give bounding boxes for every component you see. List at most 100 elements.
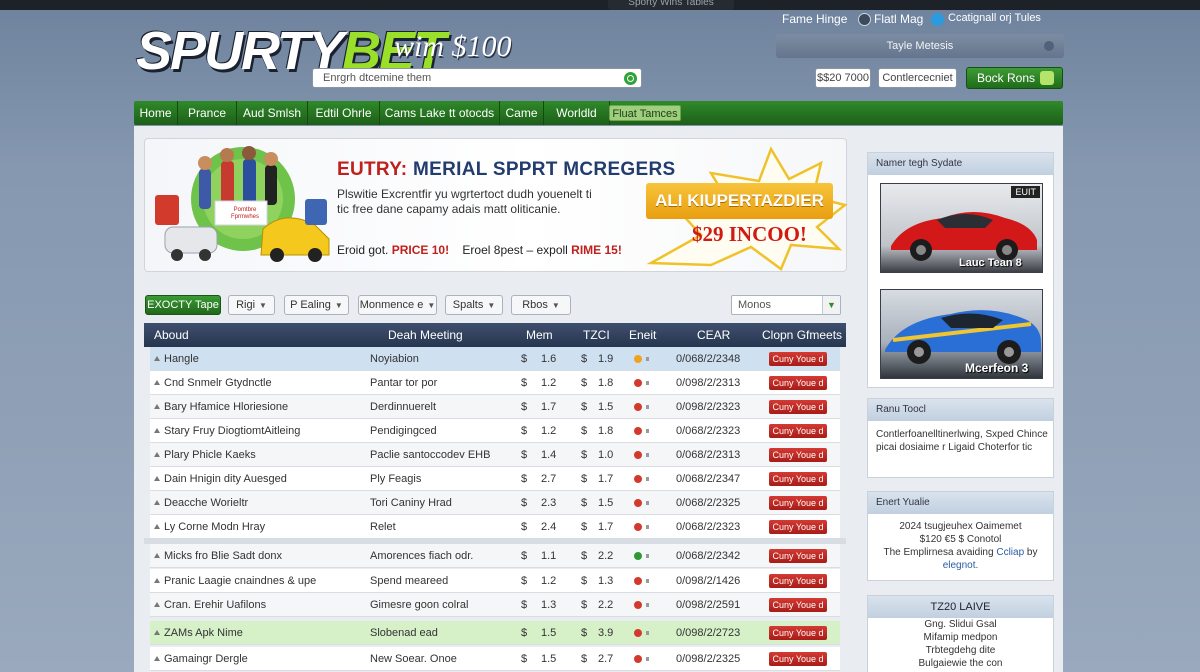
nav-item-worldld[interactable]: Worldld bbox=[544, 101, 610, 125]
promo-tag[interactable]: ALI KIUPERTAZDIER bbox=[646, 183, 833, 219]
col-header-cear[interactable]: CEAR bbox=[697, 323, 730, 347]
col-header-tzci[interactable]: TZCI bbox=[583, 323, 610, 347]
col-header-meeting[interactable]: Deah Meeting bbox=[388, 323, 463, 347]
filter-button-rigi[interactable]: Rigi ▼ bbox=[228, 295, 275, 315]
row-tzci[interactable]: 1.8 bbox=[598, 371, 613, 395]
expand-icon[interactable] bbox=[154, 380, 160, 385]
sidebar-live-item[interactable]: Bulgaiewie the con bbox=[868, 657, 1053, 670]
nav-item-prance[interactable]: Prance bbox=[178, 101, 237, 125]
header-link-mag[interactable]: Flatl Mag bbox=[874, 12, 923, 26]
bet-button[interactable]: Cuny Youe d bbox=[769, 400, 827, 414]
row-mem[interactable]: 1.1 bbox=[541, 544, 556, 568]
filter-select[interactable]: Monos ▼ bbox=[731, 295, 841, 315]
sidebar-events-link-b[interactable]: elegnot. bbox=[868, 559, 1053, 572]
sidebar-live-item[interactable]: Gng. Slidui Gsal bbox=[868, 618, 1053, 631]
filter-primary-button[interactable]: EXOCTY Tape bbox=[145, 295, 221, 315]
row-mem[interactable]: 1.2 bbox=[541, 371, 556, 395]
expand-icon[interactable] bbox=[154, 602, 160, 607]
nav-item-aud-smlsh[interactable]: Aud Smlsh bbox=[237, 101, 308, 125]
filter-button-spalts[interactable]: Spalts ▼ bbox=[445, 295, 503, 315]
sidebar-live-item[interactable]: Mifamip medpon bbox=[868, 631, 1053, 644]
expand-icon[interactable] bbox=[154, 452, 160, 457]
nav-item-came[interactable]: Came bbox=[500, 101, 544, 125]
table-row[interactable]: Plary Phicle Kaeks Paclie santoccodev EHB… bbox=[150, 443, 840, 467]
col-header-aboud[interactable]: Aboud bbox=[154, 323, 189, 347]
col-header-eneit[interactable]: Eneit bbox=[629, 323, 656, 347]
header-link-home[interactable]: Fame Hinge bbox=[782, 12, 847, 26]
filter-button-rbos[interactable]: Rbos ▼ bbox=[511, 295, 571, 315]
table-row[interactable]: Pranic Laagie cnaindnes & upe Spend meare… bbox=[150, 569, 840, 593]
table-row[interactable]: Hangle Noyiabion $1.6 $1.9 0/068/2/2348 Cuny … bbox=[150, 347, 840, 371]
row-mem[interactable]: 2.3 bbox=[541, 491, 556, 515]
bet-button[interactable]: Cuny Youe d bbox=[769, 652, 827, 666]
table-row[interactable]: Micks fro Blie Sadt donx Amorences fiach … bbox=[150, 544, 840, 568]
expand-icon[interactable] bbox=[154, 500, 160, 505]
bet-button[interactable]: Cuny Youe d bbox=[769, 549, 827, 563]
nav-item-home[interactable]: Home bbox=[134, 101, 178, 125]
nav-item-cams-lake[interactable]: Cams Lake tt otocds bbox=[380, 101, 500, 125]
featured-car-red[interactable]: EUIT Lauc Tean 8 bbox=[880, 183, 1043, 273]
nav-item-edtil[interactable]: Edtil Ohrle bbox=[308, 101, 380, 125]
bet-button[interactable]: Cuny Youe d bbox=[769, 496, 827, 510]
filter-button-monmence[interactable]: Monmence e ▼ bbox=[358, 295, 437, 315]
col-header-mem[interactable]: Mem bbox=[526, 323, 553, 347]
row-tzci[interactable]: 2.2 bbox=[598, 544, 613, 568]
login-button[interactable]: Bock Rons bbox=[966, 67, 1063, 89]
account-field[interactable]: Contlercecniet bbox=[878, 68, 957, 88]
row-mem[interactable]: 1.7 bbox=[541, 395, 556, 419]
row-tzci[interactable]: 1.5 bbox=[598, 395, 613, 419]
row-tzci[interactable]: 2.2 bbox=[598, 593, 613, 617]
bet-button[interactable]: Cuny Youe d bbox=[769, 448, 827, 462]
bet-button[interactable]: Cuny Youe d bbox=[769, 574, 827, 588]
row-mem[interactable]: 2.4 bbox=[541, 515, 556, 539]
top-strip-label[interactable]: Sporty Wins Tables bbox=[608, 0, 734, 10]
row-tzci[interactable]: 1.8 bbox=[598, 419, 613, 443]
table-row[interactable]: Dain Hnigin dity Auesged Ply Feagis $2.7 $1… bbox=[150, 467, 840, 491]
row-tzci[interactable]: 1.3 bbox=[598, 569, 613, 593]
amount-field[interactable]: $$20 7000 bbox=[815, 68, 871, 88]
table-row[interactable]: Gamaingr Dergle New Soear. Onoe $1.5 $2.7 0/… bbox=[150, 647, 840, 671]
expand-icon[interactable] bbox=[154, 630, 160, 635]
row-mem[interactable]: 1.2 bbox=[541, 569, 556, 593]
bet-button[interactable]: Cuny Youe d bbox=[769, 626, 827, 640]
table-row[interactable]: Stary Fruy DiogtiomtAitleing Pendigingced… bbox=[150, 419, 840, 443]
table-row[interactable]: Deacche Worieltr Tori Caniny Hrad $2.3 $1.5… bbox=[150, 491, 840, 515]
row-mem[interactable]: 1.6 bbox=[541, 347, 556, 371]
nav-item-fluat[interactable]: Fluat Tamces bbox=[609, 105, 681, 121]
expand-icon[interactable] bbox=[154, 578, 160, 583]
bet-button[interactable]: Cuny Youe d bbox=[769, 424, 827, 438]
chevron-down-icon[interactable]: ▼ bbox=[822, 296, 840, 314]
bet-button[interactable]: Cuny Youe d bbox=[769, 376, 827, 390]
table-row[interactable]: Cnd Snmelr Gtydnctle Pantar tor por $1.2 $1… bbox=[150, 371, 840, 395]
expand-icon[interactable] bbox=[154, 553, 160, 558]
row-tzci[interactable]: 1.5 bbox=[598, 491, 613, 515]
row-tzci[interactable]: 1.0 bbox=[598, 443, 613, 467]
expand-icon[interactable] bbox=[154, 476, 160, 481]
table-row[interactable]: ZAMs Apk Nime Slobenad ead $1.5 $3.9 0/098/2… bbox=[150, 621, 840, 645]
bet-button[interactable]: Cuny Youe d bbox=[769, 472, 827, 486]
table-row[interactable]: Cran. Erehir Uafilons Gimesre goon colral… bbox=[150, 593, 840, 617]
topbar-dropdown[interactable]: Tayle Metesis bbox=[776, 34, 1064, 58]
row-mem[interactable]: 1.4 bbox=[541, 443, 556, 467]
table-row[interactable]: Ly Corne Modn Hray Relet $2.4 $1.7 0/068/2/2… bbox=[150, 515, 840, 539]
row-tzci[interactable]: 1.7 bbox=[598, 467, 613, 491]
bet-button[interactable]: Cuny Youe d bbox=[769, 520, 827, 534]
row-mem[interactable]: 1.2 bbox=[541, 419, 556, 443]
table-row[interactable]: Bary Hfamice Hloriesione Derdinnuerelt $1.… bbox=[150, 395, 840, 419]
row-mem[interactable]: 1.3 bbox=[541, 593, 556, 617]
header-link-tules[interactable]: Ccatignall orj Tules bbox=[948, 12, 1041, 24]
sidebar-live-item[interactable]: Trbtegdehg dite bbox=[868, 644, 1053, 657]
sidebar-events-link-a[interactable]: Ccliap bbox=[996, 547, 1024, 558]
search-input[interactable]: Enrgrh dtcemine them bbox=[312, 68, 642, 88]
bet-button[interactable]: Cuny Youe d bbox=[769, 598, 827, 612]
row-tzci[interactable]: 2.7 bbox=[598, 647, 613, 671]
featured-car-blue[interactable]: Mcerfeon 3 bbox=[880, 289, 1043, 379]
col-header-gfmeets[interactable]: Clopn Gfmeets bbox=[762, 323, 842, 347]
row-mem[interactable]: 1.5 bbox=[541, 647, 556, 671]
close-icon[interactable] bbox=[1044, 41, 1054, 51]
filter-button-ealing[interactable]: P Ealing ▼ bbox=[284, 295, 349, 315]
expand-icon[interactable] bbox=[154, 524, 160, 529]
expand-icon[interactable] bbox=[154, 404, 160, 409]
expand-icon[interactable] bbox=[154, 656, 160, 661]
expand-icon[interactable] bbox=[154, 356, 160, 361]
